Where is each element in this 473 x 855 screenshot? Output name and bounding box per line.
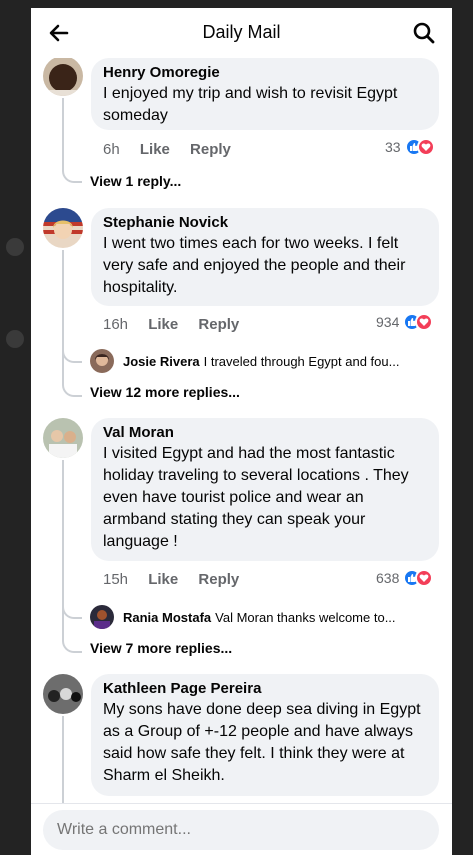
background-avatar bbox=[6, 238, 24, 256]
comment-bubble[interactable]: Stephanie Novick I went two times each f… bbox=[91, 208, 439, 306]
thread-line bbox=[62, 98, 64, 170]
reaction-summary[interactable]: 638 bbox=[376, 569, 434, 587]
reply-avatar[interactable] bbox=[90, 349, 114, 373]
view-replies-link[interactable]: View 12 more replies... bbox=[90, 384, 240, 400]
comments-sheet: Daily Mail Henry Omoregie I enjoyed my t… bbox=[31, 8, 452, 855]
background-avatar bbox=[6, 330, 24, 348]
comment-bubble[interactable]: Henry Omoregie I enjoyed my trip and wis… bbox=[91, 58, 439, 130]
like-button[interactable]: Like bbox=[140, 141, 170, 158]
thread-connector bbox=[62, 605, 82, 619]
heart-icon bbox=[416, 138, 435, 156]
comment-author[interactable]: Stephanie Novick bbox=[103, 214, 427, 231]
reply-author[interactable]: Rania Mostafa bbox=[123, 610, 211, 625]
like-button[interactable]: Like bbox=[148, 316, 178, 333]
thread-connector bbox=[62, 639, 82, 653]
avatar[interactable] bbox=[43, 56, 83, 96]
reply-preview[interactable]: Josie Rivera I traveled through Egypt and… bbox=[123, 354, 438, 369]
reply-button[interactable]: Reply bbox=[198, 571, 239, 588]
reply-text: I traveled through Egypt and fou... bbox=[203, 354, 400, 369]
view-replies-link[interactable]: View 1 reply... bbox=[90, 173, 181, 189]
comment-text: I visited Egypt and had the most fantast… bbox=[103, 445, 409, 550]
comment-text: My sons have done deep sea diving in Egy… bbox=[103, 701, 421, 784]
reply-button[interactable]: Reply bbox=[198, 316, 239, 333]
comment-composer-bar bbox=[31, 803, 452, 855]
avatar[interactable] bbox=[43, 208, 83, 248]
comment-author[interactable]: Kathleen Page Pereira bbox=[103, 680, 427, 697]
reply-text: Val Moran thanks welcome to... bbox=[215, 610, 396, 625]
comment-author[interactable]: Val Moran bbox=[103, 424, 427, 441]
comment-input[interactable] bbox=[43, 810, 439, 850]
comment-bubble[interactable]: Kathleen Page Pereira My sons have done … bbox=[91, 674, 439, 796]
comment-time: 15h bbox=[103, 571, 129, 588]
header-bar: Daily Mail bbox=[31, 8, 452, 58]
comment-actions: 16h Like Reply bbox=[103, 316, 239, 333]
comment-bubble[interactable]: Val Moran I visited Egypt and had the mo… bbox=[91, 418, 439, 561]
reply-avatar[interactable] bbox=[90, 605, 114, 629]
thread-connector bbox=[62, 383, 82, 397]
page-title: Daily Mail bbox=[202, 22, 281, 42]
reply-preview[interactable]: Rania Mostafa Val Moran thanks welcome to… bbox=[123, 610, 438, 625]
reaction-summary[interactable]: 33 bbox=[385, 138, 435, 156]
heart-icon bbox=[415, 569, 434, 587]
reaction-count: 638 bbox=[376, 570, 400, 586]
reply-button[interactable]: Reply bbox=[190, 141, 231, 158]
reaction-summary[interactable]: 934 bbox=[376, 313, 434, 331]
like-button[interactable]: Like bbox=[148, 571, 178, 588]
comment-actions: 6h Like Reply bbox=[103, 141, 231, 158]
avatar[interactable] bbox=[43, 418, 83, 458]
reaction-count: 33 bbox=[385, 139, 401, 155]
comment-text: I went two times each for two weeks. I f… bbox=[103, 235, 406, 296]
avatar[interactable] bbox=[43, 674, 83, 714]
comment-author[interactable]: Henry Omoregie bbox=[103, 64, 427, 81]
comment-time: 16h bbox=[103, 316, 129, 333]
reply-author[interactable]: Josie Rivera bbox=[123, 354, 200, 369]
thread-connector bbox=[62, 349, 82, 363]
heart-icon bbox=[415, 313, 434, 331]
search-icon[interactable] bbox=[412, 21, 436, 45]
comment-time: 6h bbox=[103, 141, 120, 158]
comment-text: I enjoyed my trip and wish to revisit Eg… bbox=[103, 85, 398, 124]
comment-actions: 15h Like Reply bbox=[103, 571, 239, 588]
reaction-count: 934 bbox=[376, 314, 400, 330]
thread-line bbox=[62, 716, 64, 816]
view-replies-link[interactable]: View 7 more replies... bbox=[90, 640, 232, 656]
thread-connector bbox=[62, 169, 82, 183]
thread-line bbox=[62, 250, 64, 384]
